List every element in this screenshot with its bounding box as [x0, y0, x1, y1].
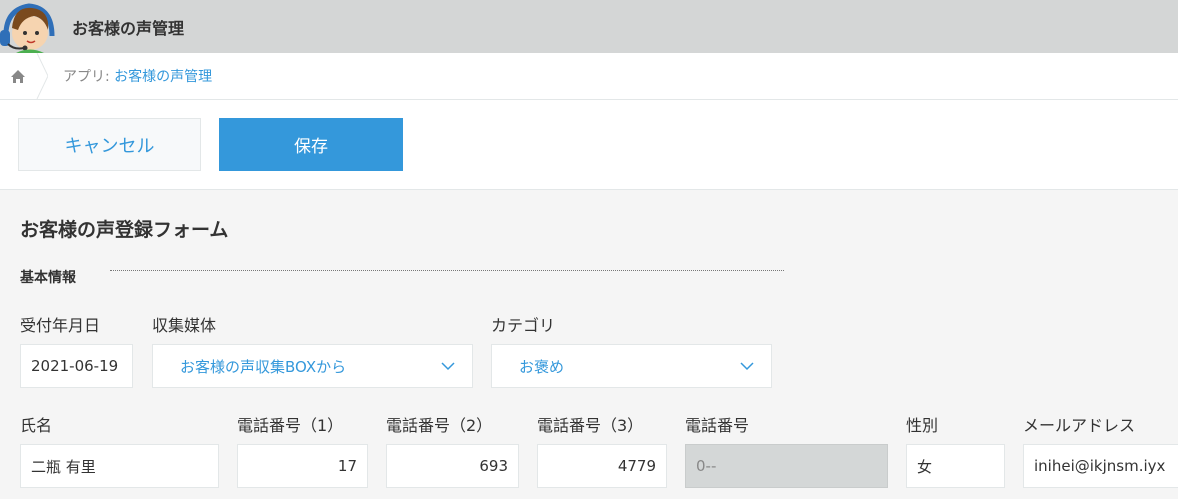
gender-label: 性別	[906, 416, 939, 435]
phone-label: 電話番号	[685, 416, 750, 435]
phone1-label: 電話番号（1）	[237, 416, 344, 435]
phone3-field[interactable]: 4779	[537, 444, 667, 488]
save-button[interactable]: 保存	[219, 118, 403, 171]
channel-label: 収集媒体	[152, 316, 217, 335]
phone3-label: 電話番号（3）	[537, 416, 644, 435]
breadcrumb-app-link[interactable]: お客様の声管理	[114, 69, 212, 85]
name-field[interactable]: 二瓶 有里	[20, 444, 219, 488]
breadcrumb-path: アプリ: お客様の声管理	[63, 66, 212, 86]
app-avatar-icon	[0, 3, 55, 53]
home-icon	[11, 53, 48, 99]
app-title: お客様の声管理	[72, 19, 185, 38]
app-header: お客様の声管理	[0, 0, 1178, 53]
section-label-basic: 基本情報	[20, 270, 76, 286]
phone2-label: 電話番号（2）	[386, 416, 493, 435]
breadcrumb: アプリ: お客様の声管理	[0, 53, 1178, 100]
category-label: カテゴリ	[491, 316, 556, 335]
chevron-down-icon	[441, 362, 455, 371]
breadcrumb-prefix: アプリ:	[63, 69, 115, 85]
channel-select-value: お客様の声収集BOXから	[180, 357, 347, 376]
action-bar: キャンセル 保存	[0, 100, 1178, 190]
channel-select[interactable]: お客様の声収集BOXから	[152, 344, 473, 388]
category-select-value: お褒め	[519, 357, 565, 376]
received-date-field[interactable]: 2021-06-19	[20, 344, 133, 388]
form-title: お客様の声登録フォーム	[20, 219, 229, 241]
home-button[interactable]	[0, 53, 48, 99]
phone-combined-field: 0--	[685, 444, 888, 488]
cancel-button[interactable]: キャンセル	[18, 118, 201, 171]
email-label: メールアドレス	[1023, 416, 1136, 435]
phone1-field[interactable]: 17	[237, 444, 368, 488]
received-date-label: 受付年月日	[20, 316, 101, 335]
chevron-down-icon	[740, 362, 754, 371]
section-divider	[110, 270, 784, 271]
category-select[interactable]: お褒め	[491, 344, 772, 388]
gender-field[interactable]: 女	[906, 444, 1005, 488]
email-field[interactable]: inihei@ikjnsm.iyx	[1023, 444, 1178, 488]
phone2-field[interactable]: 693	[386, 444, 519, 488]
name-label: 氏名	[20, 416, 53, 435]
